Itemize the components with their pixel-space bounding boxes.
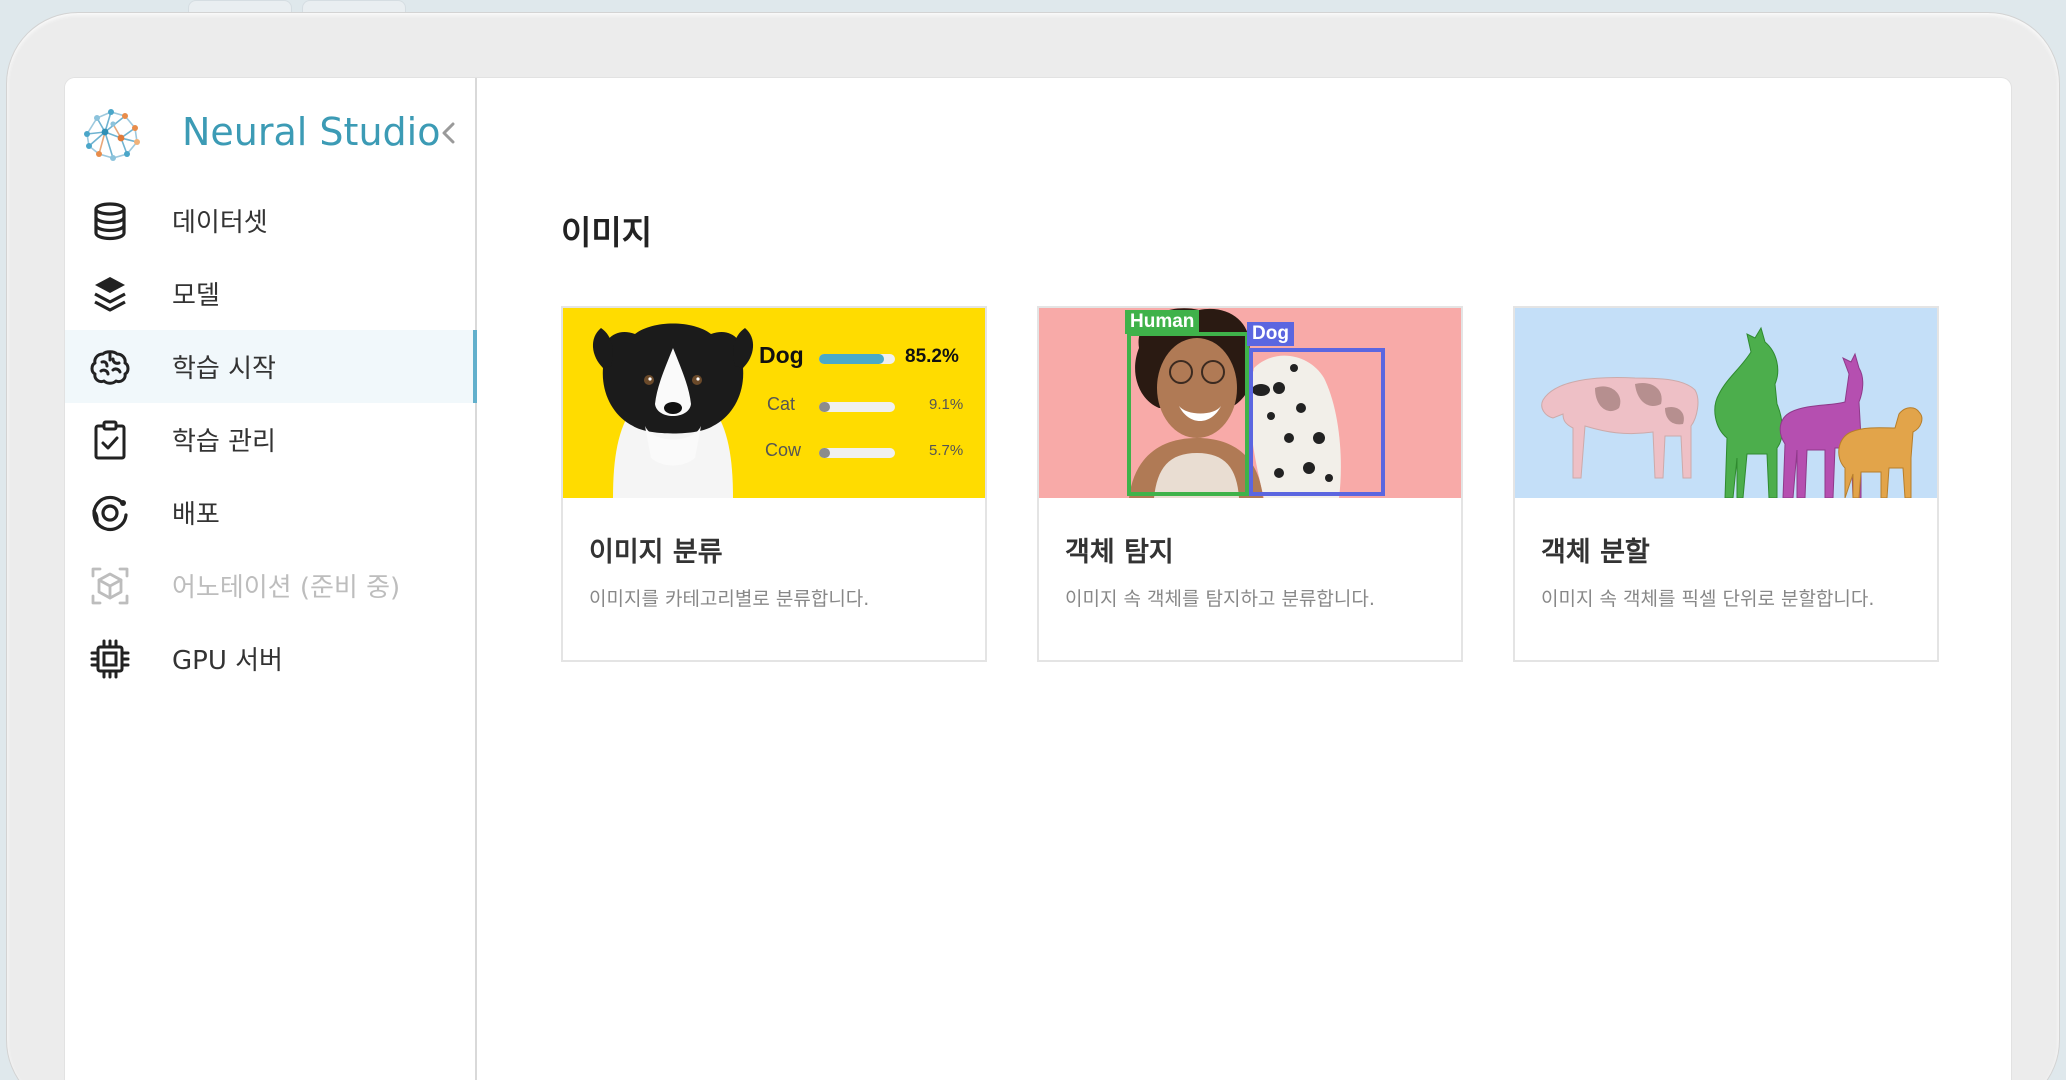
brand-header: Neural Studio bbox=[77, 102, 472, 166]
sidebar-item-label: 학습 관리 bbox=[172, 427, 276, 457]
clipboard-check-icon bbox=[94, 420, 126, 460]
horse-mask bbox=[1714, 326, 1783, 498]
tablet-frame: Neural Studio 데이터셋 모델 학습 시작 학습 관리 배포 어노테… bbox=[6, 12, 2060, 1080]
chip-icon bbox=[90, 639, 130, 679]
card-description: 이미지를 카테고리별로 분류합니다. bbox=[589, 588, 870, 610]
sidebar-nav: 데이터셋 모델 학습 시작 학습 관리 배포 어노테이션 (준비 중) GPU … bbox=[65, 184, 477, 695]
task-card-classification[interactable]: Dog 85.2% Cat 9.1% Cow 5.7% 이미지 분류 이미지를 … bbox=[561, 306, 987, 662]
card-description: 이미지 속 객체를 픽셀 단위로 분할합니다. bbox=[1541, 588, 1875, 610]
task-card-segmentation[interactable]: 객체 분할 이미지 속 객체를 픽셀 단위로 분할합니다. bbox=[1513, 306, 1939, 662]
page-title: 이미지 bbox=[561, 213, 653, 252]
card-title: 객체 분할 bbox=[1541, 537, 1650, 568]
cube-scan-icon bbox=[91, 567, 129, 605]
sidebar-item-train-manage[interactable]: 학습 관리 bbox=[65, 403, 475, 476]
classification-preview: Dog 85.2% Cat 9.1% Cow 5.7% bbox=[563, 308, 985, 498]
chevron-left-icon[interactable] bbox=[437, 118, 461, 148]
sidebar-item-label: 학습 시작 bbox=[172, 354, 276, 384]
task-card-detection[interactable]: Human Dog 객체 탐지 이미지 속 객체를 탐지하고 분류합니다. bbox=[1037, 306, 1463, 662]
bbox-human bbox=[1127, 332, 1249, 496]
browser-tab bbox=[302, 0, 406, 12]
detection-preview: Human Dog bbox=[1039, 308, 1461, 498]
card-description: 이미지 속 객체를 탐지하고 분류합니다. bbox=[1065, 588, 1375, 610]
bbox-label-dog: Dog bbox=[1247, 322, 1294, 346]
segmentation-preview bbox=[1515, 308, 1937, 498]
sidebar-item-label: GPU 서버 bbox=[172, 646, 283, 676]
class-bar-track bbox=[819, 448, 895, 458]
brain-network-logo-icon bbox=[84, 109, 140, 161]
bbox-label-human: Human bbox=[1125, 310, 1200, 334]
card-title: 이미지 분류 bbox=[589, 537, 723, 568]
dog-image bbox=[592, 323, 754, 498]
sidebar-item-label: 데이터셋 bbox=[172, 208, 268, 238]
brain-icon bbox=[90, 350, 130, 385]
database-icon bbox=[94, 202, 126, 241]
bbox-dog bbox=[1249, 348, 1385, 496]
class-bar-fill bbox=[819, 354, 884, 364]
sidebar-item-train-start[interactable]: 학습 시작 bbox=[65, 330, 477, 403]
sidebar-item-deploy[interactable]: 배포 bbox=[65, 476, 475, 549]
cow-mask bbox=[1541, 377, 1699, 479]
class-bar-track bbox=[819, 402, 895, 412]
sidebar-item-label: 배포 bbox=[172, 500, 220, 530]
sidebar-item-label: 모델 bbox=[172, 281, 220, 311]
class-percent: 5.7% bbox=[929, 442, 964, 459]
class-bar-fill bbox=[819, 448, 830, 458]
class-name: Dog bbox=[759, 342, 804, 368]
card-title: 객체 탐지 bbox=[1065, 537, 1174, 568]
sidebar-item-dataset[interactable]: 데이터셋 bbox=[65, 184, 475, 257]
class-bar-fill bbox=[819, 402, 830, 412]
browser-tab bbox=[188, 0, 292, 12]
sidebar-item-model[interactable]: 모델 bbox=[65, 257, 475, 330]
sidebar-item-gpu-server[interactable]: GPU 서버 bbox=[65, 622, 475, 695]
class-name: Cow bbox=[765, 440, 802, 460]
layers-icon bbox=[94, 277, 126, 312]
sidebar: Neural Studio 데이터셋 모델 학습 시작 학습 관리 배포 어노테… bbox=[65, 78, 477, 1080]
class-bar-track bbox=[819, 354, 895, 364]
class-percent: 85.2% bbox=[905, 346, 959, 367]
segmented-animals-image bbox=[1541, 326, 1923, 498]
app-screen: Neural Studio 데이터셋 모델 학습 시작 학습 관리 배포 어노테… bbox=[65, 78, 2011, 1080]
class-percent: 9.1% bbox=[929, 396, 964, 413]
brand-name: Neural Studio bbox=[182, 110, 441, 154]
main-content: 이미지 Dog 85.2% Cat 9.1% Cow 5.7% 이미지 분류 이… bbox=[477, 78, 2011, 1080]
sidebar-item-annotation: 어노테이션 (준비 중) bbox=[65, 549, 475, 622]
class-name: Cat bbox=[767, 394, 796, 414]
deploy-orbit-icon bbox=[92, 495, 128, 532]
sidebar-item-label: 어노테이션 (준비 중) bbox=[172, 573, 401, 603]
